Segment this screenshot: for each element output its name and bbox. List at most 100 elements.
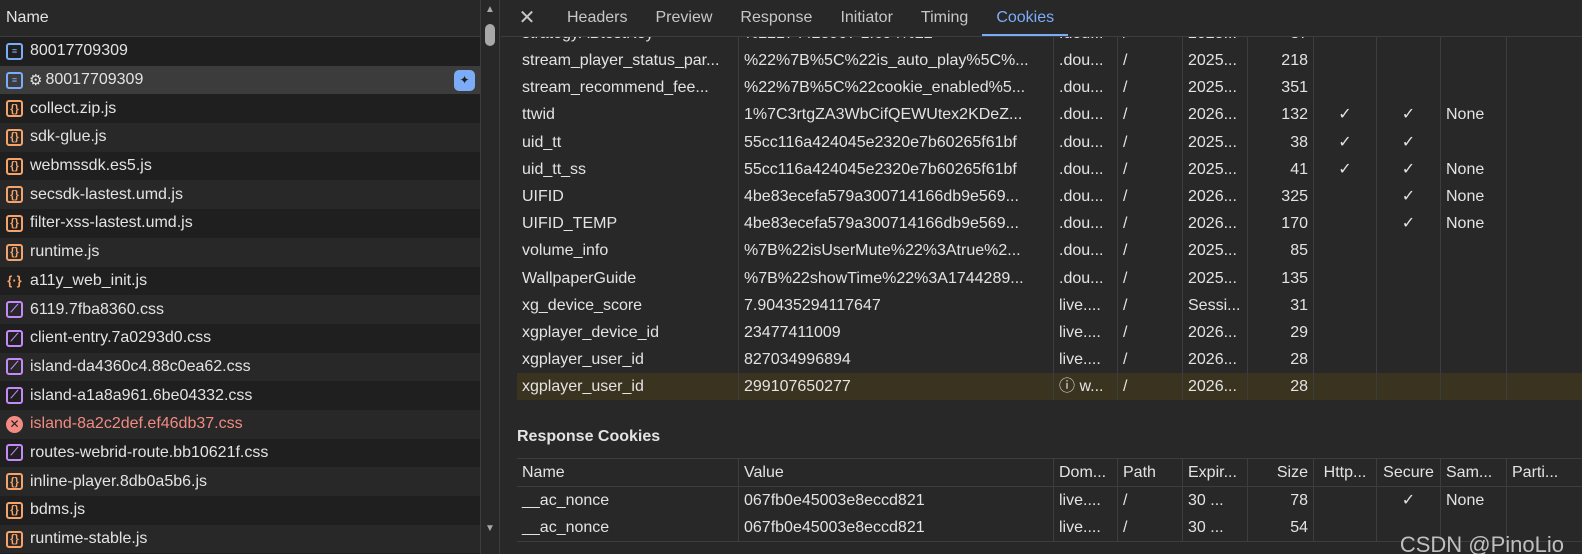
cookie-value-cell: 55cc116a424045e2320e7b60265f61bf <box>739 155 1054 183</box>
request-row[interactable]: {·} a11y_web_init.js <box>0 267 481 296</box>
script-icon: {} <box>6 100 23 118</box>
cookie-row[interactable]: UIFID 4be83ecefa579a300714166db9e569... .d… <box>517 182 1582 211</box>
request-row[interactable]: ≡ ⚙ 80017709309 ✦ <box>0 65 481 95</box>
request-row[interactable]: ≡ 80017709309 <box>0 37 481 66</box>
cookie-samesite-cell[interactable]: Sam... <box>1441 459 1507 486</box>
cookie-value-cell: 55cc116a424045e2320e7b60265f61bf <box>739 128 1054 156</box>
cookie-value-cell[interactable]: Value <box>739 459 1054 486</box>
cookie-partition-cell <box>1507 237 1582 264</box>
request-row[interactable]: ⟋ island-da4360c4.88c0ea62.css <box>0 352 481 382</box>
cookie-name-cell: stream_recommend_fee... <box>517 74 739 102</box>
request-row[interactable]: {} runtime.js <box>0 237 481 267</box>
cookie-row[interactable]: stream_player_status_par... %22%7B%5C%22i… <box>517 47 1582 75</box>
cookie-name-cell: UIFID <box>517 182 739 211</box>
cookie-samesite-cell <box>1441 373 1507 401</box>
cookie-row[interactable]: ttwid 1%7C3rtgZA3WbCifQEWUtex2KDeZ... .dou… <box>517 101 1582 129</box>
request-row[interactable]: ⟋ 6119.7fba8360.css <box>0 295 481 324</box>
cookie-value-cell: %22%7B%5C%22cookie_enabled%5... <box>739 74 1054 102</box>
cookie-row[interactable]: strategyABtestKey%22174428907 1.694%22.d… <box>517 37 1582 47</box>
name-column-header[interactable]: Name <box>0 0 499 37</box>
tab-cookies[interactable]: Cookies <box>982 0 1068 36</box>
cookie-row[interactable]: uid_tt_ss 55cc116a424045e2320e7b60265f61b… <box>517 155 1582 183</box>
cookie-path-cell[interactable]: Path <box>1118 459 1183 486</box>
request-row[interactable]: ⟋ client-entry.7a0293d0.css <box>0 324 481 353</box>
request-row[interactable]: {} runtime-stable.js <box>0 524 481 554</box>
script-icon: {} <box>6 157 23 175</box>
cookie-http-cell <box>1314 291 1377 319</box>
cookie-partition-cell <box>1507 129 1582 156</box>
cookie-samesite-cell: None <box>1441 101 1507 129</box>
close-icon[interactable]: ✕ <box>501 0 553 36</box>
request-name: inline-player.8db0a5b6.js <box>30 472 208 490</box>
cookie-partition-cell <box>1507 210 1582 237</box>
cookie-name-cell[interactable]: Name <box>517 459 739 486</box>
cookie-value-cell: %22%7B%5C%22is_auto_play%5C%... <box>739 47 1054 75</box>
ai-assistant-icon[interactable]: ✦ <box>454 69 475 91</box>
request-name: routes-webrid-route.bb10621f.css <box>30 443 269 461</box>
scrollbar-thumb[interactable] <box>485 24 495 46</box>
request-row[interactable]: ⟋ routes-webrid-route.bb10621f.css <box>0 439 481 468</box>
cookie-name-cell: stream_player_status_par... <box>517 47 739 75</box>
cookie-secure-cell <box>1377 37 1441 47</box>
request-name: sdk-glue.js <box>30 128 107 146</box>
request-name: client-entry.7a0293d0.css <box>30 329 212 347</box>
cookie-row[interactable]: stream_recommend_fee... %22%7B%5C%22cooki… <box>517 74 1582 102</box>
cookie-expires-cell: 2025... <box>1183 264 1248 292</box>
response-cookies-table: Name Value Dom... Path Expir... Size Http... Se… <box>517 458 1582 543</box>
cookie-row[interactable]: xgplayer_device_id 23477411009 live..../20… <box>517 318 1582 347</box>
cookie-samesite-cell <box>1441 47 1507 75</box>
cookie-row[interactable]: UIFID_TEMP 4be83ecefa579a300714166db9e569… <box>517 210 1582 238</box>
cookie-domain-cell: .dou... <box>1054 37 1118 47</box>
request-row[interactable]: {} collect.zip.js <box>0 94 481 123</box>
cookie-domain-cell: .dou... <box>1054 155 1118 183</box>
scroll-up-arrow-icon[interactable]: ▲ <box>485 4 495 15</box>
request-row[interactable]: {} inline-player.8db0a5b6.js <box>0 467 481 496</box>
cookie-partition-cell <box>1507 373 1582 400</box>
cookie-size-cell: 218 <box>1248 47 1314 75</box>
cookie-row[interactable]: xgplayer_user_id 827034996894 live..../202… <box>517 346 1582 374</box>
cookie-row[interactable]: volume_info %7B%22isUserMute%22%3Atrue%2.… <box>517 237 1582 265</box>
cookie-expires-cell: 2026... <box>1183 318 1248 347</box>
tab-initiator[interactable]: Initiator <box>826 0 906 36</box>
stylesheet-icon: ⟋ <box>6 358 23 376</box>
cookie-secure-cell: ✓ <box>1377 155 1441 183</box>
cookie-secure-cell <box>1377 373 1441 401</box>
script-icon: {} <box>6 530 23 548</box>
request-row[interactable]: {} sdk-glue.js <box>0 123 481 152</box>
cookie-row[interactable]: xg_device_score 7.90435294117647 live.... /… <box>517 291 1582 319</box>
request-name: runtime.js <box>30 243 100 261</box>
cookie-table-header[interactable]: Name Value Dom... Path Expir... Size Http... Se… <box>517 459 1582 487</box>
cookie-domain-cell: .dou... <box>1054 74 1118 102</box>
cookie-secure-cell[interactable]: Secure <box>1377 459 1441 486</box>
cookie-path-cell: / <box>1118 291 1183 319</box>
request-row[interactable]: {} filter-xss-lastest.umd.js <box>0 209 481 238</box>
cookie-path-cell: / <box>1118 74 1183 102</box>
scroll-down-arrow-icon[interactable]: ▼ <box>485 523 495 534</box>
cookie-name-cell: __ac_nonce <box>517 514 739 542</box>
request-row[interactable]: {} secsdk-lastest.umd.js <box>0 180 481 210</box>
cookie-samesite-cell: None <box>1441 155 1507 183</box>
tab-response[interactable]: Response <box>726 0 826 36</box>
cookie-row[interactable]: WallpaperGuide %7B%22showTime%22%3A174428… <box>517 264 1582 292</box>
request-row[interactable]: {} bdms.js <box>0 496 481 525</box>
request-row[interactable]: ✕ island-8a2c2def.ef46db37.css <box>0 409 481 439</box>
cookie-domain-cell[interactable]: Dom... <box>1054 459 1118 486</box>
cookie-partition-cell[interactable]: Parti... <box>1507 459 1582 486</box>
request-row[interactable]: ⟋ island-a1a8a961.6be04332.css <box>0 381 481 410</box>
cookie-row[interactable]: uid_tt 55cc116a424045e2320e7b60265f61bf .d… <box>517 128 1582 156</box>
cookie-row[interactable]: __ac_nonce 067fb0e45003e8eccd821 live.... /… <box>517 487 1582 515</box>
cookie-size-cell[interactable]: Size <box>1248 459 1314 486</box>
cookie-http-cell[interactable]: Http... <box>1314 459 1377 486</box>
request-row[interactable]: {} webmssdk.es5.js <box>0 152 481 181</box>
tab-timing[interactable]: Timing <box>907 0 982 36</box>
cookie-expires-cell[interactable]: Expir... <box>1183 459 1248 486</box>
scrollbar[interactable]: ▲ ▼ <box>480 0 499 554</box>
tab-headers[interactable]: Headers <box>553 0 641 36</box>
cookie-row[interactable]: xgplayer_user_id 299107650277 ⓘ w.../2026.… <box>517 373 1582 401</box>
stylesheet-icon: ⟋ <box>6 387 23 405</box>
cookie-name-cell: xgplayer_device_id <box>517 318 739 347</box>
cookie-name-cell: uid_tt_ss <box>517 155 739 183</box>
tab-preview[interactable]: Preview <box>641 0 726 36</box>
cookie-value-cell: 827034996894 <box>739 346 1054 374</box>
cookie-name-cell: uid_tt <box>517 128 739 156</box>
